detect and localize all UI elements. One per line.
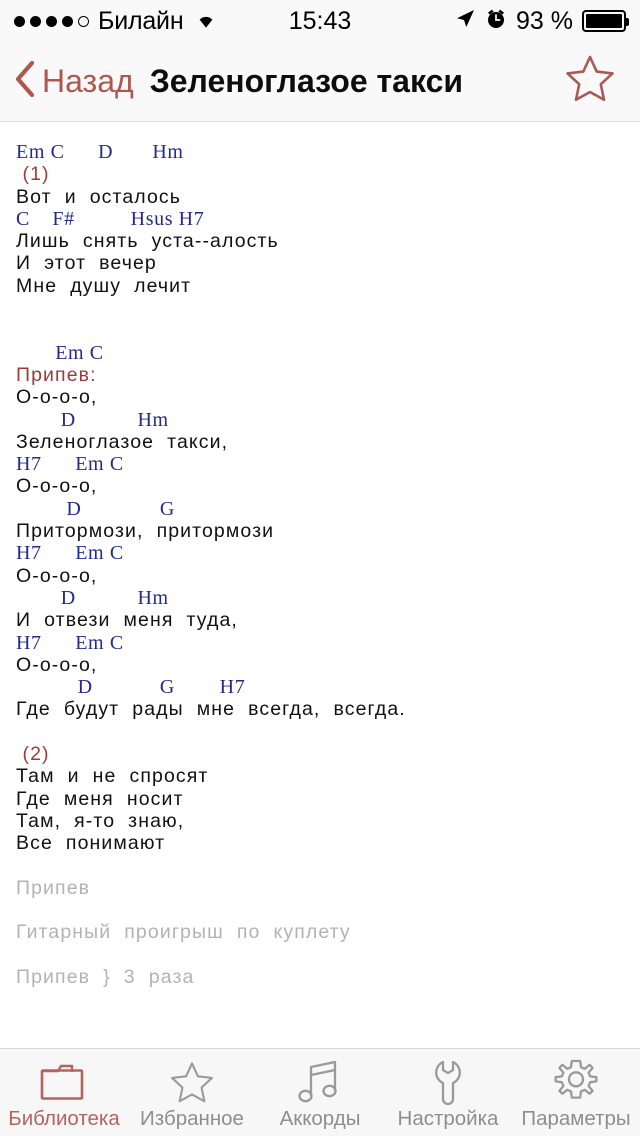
- back-button-label: Назад: [42, 63, 134, 99]
- song-line-section: Припев:: [16, 363, 97, 386]
- alarm-clock-icon: [485, 8, 507, 35]
- song-line-note: Припев } 3 раза: [16, 965, 195, 988]
- signal-dot: [14, 15, 25, 27]
- wifi-icon: [193, 9, 219, 34]
- page-title: Зеленоглазое такси: [149, 63, 464, 99]
- song-line-lyric: И этот вечер: [16, 252, 157, 275]
- carrier-name: Билайн: [98, 6, 184, 35]
- song-line-lyric: Зеленоглазое такси,: [16, 430, 229, 453]
- song-line-lyric: Притормози, притормози: [16, 520, 275, 543]
- song-line-lyric: О-о-о-о,: [16, 653, 98, 676]
- battery-icon: [582, 10, 629, 32]
- music-notes-icon: [294, 1059, 346, 1105]
- gear-icon: [550, 1059, 602, 1105]
- status-bar-center: 15:43: [289, 7, 352, 36]
- favorite-star-icon[interactable]: [564, 53, 616, 110]
- status-bar-clock: 15:43: [288, 6, 352, 35]
- battery-percentage: 93 %: [516, 6, 573, 35]
- tab-label-parameters: Параметры: [521, 1106, 631, 1130]
- song-content-scroll[interactable]: Em C D Hm (1) Вот и осталось C F# Hsus H7 Л…: [0, 123, 640, 1048]
- tab-favorites[interactable]: Избранное: [128, 1049, 256, 1136]
- tab-settings[interactable]: Настройка: [384, 1049, 512, 1136]
- wrench-icon: [422, 1059, 474, 1105]
- song-line-chord: D G H7: [16, 676, 246, 699]
- song-line-blank: [16, 988, 640, 1010]
- tab-label-chords: Аккорды: [279, 1106, 361, 1130]
- song-line-blank: [16, 1033, 640, 1048]
- signal-dot: [46, 15, 57, 27]
- song-text: Em C D Hm (1) Вот и осталось C F# Hsus H7 Л…: [0, 141, 640, 1048]
- song-line-chord: D Hm: [16, 586, 169, 609]
- song-line-marker: (2): [16, 743, 50, 766]
- song-line-blank: [16, 1011, 640, 1033]
- status-bar-right: 93 %: [351, 6, 629, 36]
- back-button[interactable]: Назад: [14, 60, 134, 103]
- song-line-blank: [16, 855, 640, 877]
- status-bar-left: Билайн: [14, 7, 289, 36]
- tab-label-favorites: Избранное: [140, 1106, 244, 1130]
- tab-chords[interactable]: Аккорды: [256, 1049, 384, 1136]
- tab-label-settings: Настройка: [397, 1106, 499, 1130]
- song-line-marker: (1): [16, 163, 50, 186]
- song-line-lyric: О-о-о-о,: [16, 475, 98, 498]
- song-line-blank: [16, 297, 640, 319]
- song-line-chord: H7 Em C: [16, 453, 124, 476]
- song-line-blank: [16, 721, 640, 743]
- star-outline-icon: [166, 1059, 218, 1105]
- song-line-lyric: Где меня носит: [16, 787, 184, 810]
- song-line-lyric: Там и не спросят: [16, 765, 209, 788]
- song-line-note: Припев: [16, 876, 91, 899]
- tab-parameters[interactable]: Параметры: [512, 1049, 640, 1136]
- song-line-lyric: И отвези меня туда,: [16, 609, 238, 632]
- song-line-lyric: О-о-о-о,: [16, 386, 98, 409]
- song-line-lyric: О-о-о-о,: [16, 564, 98, 587]
- tab-bar: Библиотека Избранное Аккорды Настройка П…: [0, 1048, 640, 1136]
- tab-library[interactable]: Библиотека: [0, 1049, 128, 1136]
- song-line-blank: [16, 319, 640, 341]
- song-line-lyric: Где будут рады мне всегда, всегда.: [16, 698, 406, 721]
- song-line-lyric: Все понимают: [16, 832, 166, 855]
- signal-strength-dots: [14, 15, 89, 27]
- signal-dot: [62, 15, 73, 27]
- song-line-lyric: Мне душу лечит: [16, 274, 192, 297]
- location-arrow-icon: [454, 8, 476, 35]
- song-line-chord: H7 Em C: [16, 542, 124, 565]
- song-line-note: Гитарный проигрыш по куплету: [16, 921, 351, 944]
- status-bar: Билайн 15:43 93 %: [0, 0, 640, 42]
- song-line-chord: D Hm: [16, 408, 169, 431]
- song-line-chord: H7 Em C: [16, 631, 124, 654]
- signal-dot: [30, 15, 41, 27]
- song-line-blank: [16, 944, 640, 966]
- app-screen: Билайн 15:43 93 % Назад Зеленоглазое так…: [0, 0, 640, 1136]
- song-line-lyric: Вот и осталось: [16, 185, 182, 208]
- song-line-lyric: Там, я-то знаю,: [16, 809, 185, 832]
- song-line-chord: Em C D Hm: [16, 141, 184, 163]
- folder-icon: [38, 1059, 90, 1105]
- song-line-lyric: Лишь снять уста--алость: [16, 230, 279, 253]
- tab-label-library: Библиотека: [8, 1106, 120, 1130]
- chevron-left-icon: [14, 60, 36, 103]
- song-line-blank: [16, 899, 640, 921]
- navigation-bar: Назад Зеленоглазое такси: [0, 42, 640, 122]
- song-line-chord: C F# Hsus H7: [16, 207, 205, 230]
- song-line-chord: D G: [16, 497, 175, 520]
- signal-dot-empty: [78, 15, 89, 27]
- song-line-chord: Em C: [16, 341, 104, 364]
